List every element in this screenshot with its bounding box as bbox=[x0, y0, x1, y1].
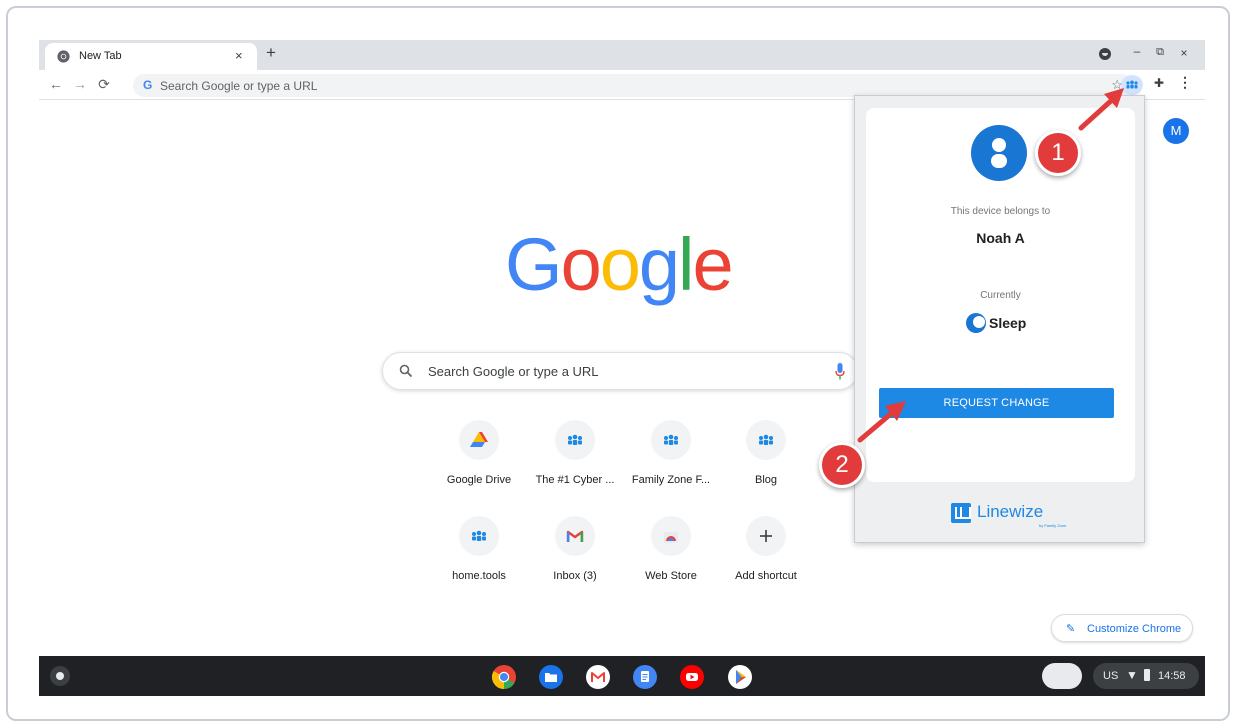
callout-2: 2 bbox=[819, 442, 865, 488]
callout-1: 1 bbox=[1035, 130, 1081, 176]
annotation-arrow-2 bbox=[857, 401, 906, 443]
